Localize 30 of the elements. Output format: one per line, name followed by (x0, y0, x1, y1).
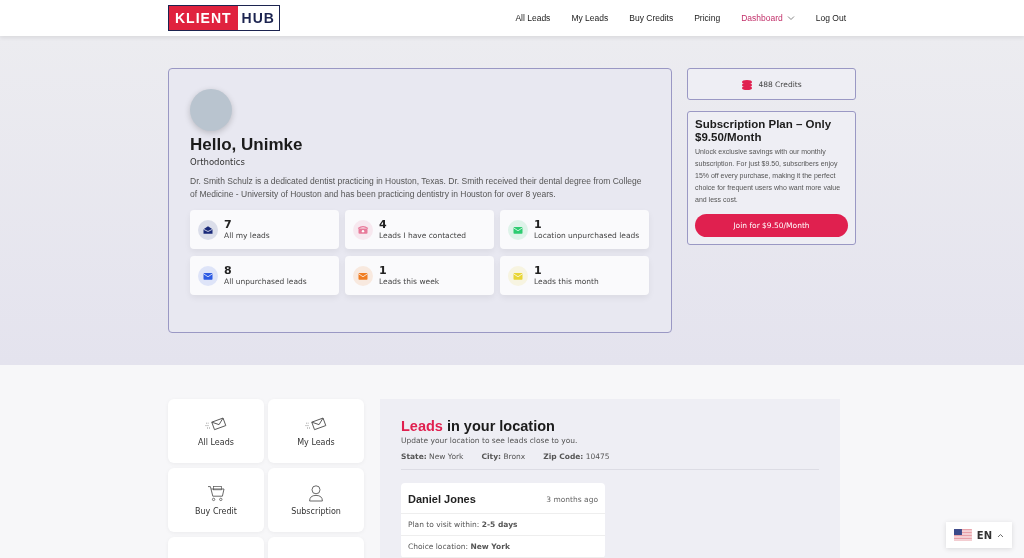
shortcut-tile[interactable]: My Leads (268, 399, 364, 463)
logo[interactable]: KLIENT HUB (168, 5, 280, 31)
specialty: Orthodontics (190, 157, 246, 167)
flying-envelope-icon (204, 415, 228, 433)
nav-link[interactable]: Dashboard (741, 13, 795, 23)
stat-value: 4 (379, 219, 388, 231)
bio: Dr. Smith Schulz is a dedicated dentist practicing in Houston, Texas. Dr. Smith received their dental degree from College of Medicine - University of Houston and has been practicing dentistry in Houston for over 8 years. (190, 175, 643, 201)
nav-link[interactable]: Pricing (694, 13, 721, 23)
leads-heading: Leads in your location (401, 418, 556, 434)
flag-icon (954, 529, 972, 541)
nav-link[interactable]: Buy Credits (629, 13, 674, 23)
stat-value: 1 (379, 265, 388, 277)
greeting: Hello, Unimke (190, 135, 304, 155)
nav-link[interactable]: Log Out (815, 13, 846, 23)
avatar (190, 89, 232, 131)
caret-up-icon (997, 532, 1004, 538)
shortcut-tile[interactable]: Subscription (268, 468, 364, 532)
coins-icon (741, 78, 754, 90)
language-selector[interactable]: EN (946, 522, 1012, 548)
nav-link[interactable]: My Leads (571, 13, 609, 23)
stat-value: 1 (534, 265, 543, 277)
shortcut-tile[interactable]: Buy Credit (168, 468, 264, 532)
shortcut-tile[interactable]: All Leads (168, 399, 264, 463)
subscription-title: Subscription Plan – Only $9.50/Month (695, 118, 833, 144)
stat-value: 8 (224, 265, 233, 277)
flying-envelope-icon (304, 415, 328, 433)
stat-value: 7 (224, 219, 233, 231)
lead-name: Daniel Jones (408, 493, 476, 505)
nav-link[interactable]: All Leads (515, 13, 551, 23)
stat-value: 1 (534, 219, 543, 231)
